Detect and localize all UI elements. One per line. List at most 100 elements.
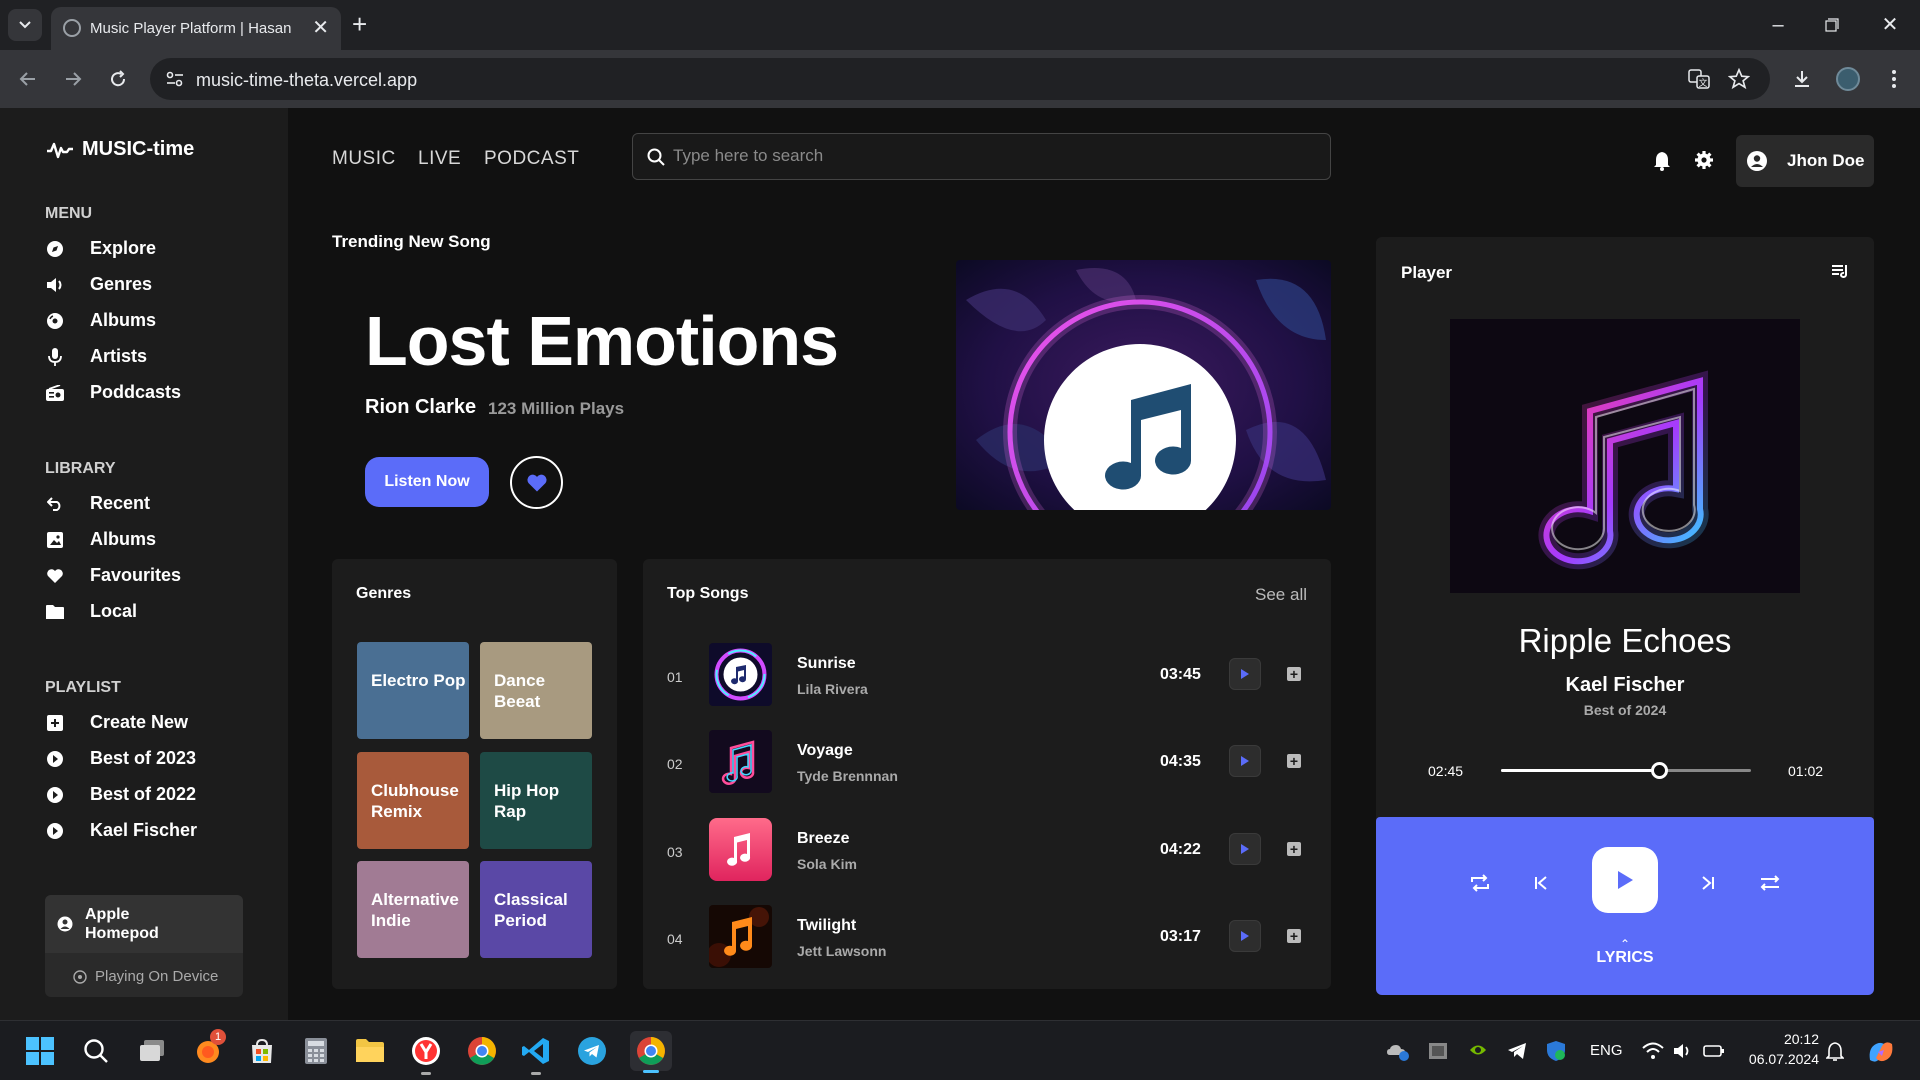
volume-icon[interactable] <box>1673 1042 1693 1060</box>
copilot-icon[interactable] <box>1866 1038 1896 1066</box>
favorite-button[interactable] <box>510 456 563 509</box>
taskbar-app-store[interactable] <box>244 1033 280 1069</box>
next-button[interactable] <box>1694 869 1722 897</box>
sidebar-item-favourites[interactable]: Favourites <box>45 565 181 586</box>
forward-button[interactable] <box>59 65 87 93</box>
telegram-tray-icon[interactable] <box>1507 1042 1527 1060</box>
song-play-button[interactable] <box>1229 745 1261 777</box>
add-to-playlist-icon[interactable]: + <box>1287 754 1301 768</box>
close-window-button[interactable]: ✕ <box>1878 10 1902 40</box>
address-bar[interactable]: music-time-theta.vercel.app 文 <box>150 58 1770 100</box>
sidebar-item-genres[interactable]: Genres <box>45 274 152 295</box>
restore-button[interactable] <box>1820 10 1844 40</box>
taskbar-app-explorer[interactable] <box>352 1033 388 1069</box>
repeat-button[interactable] <box>1466 869 1494 897</box>
tray-app-icon[interactable] <box>1428 1041 1448 1061</box>
taskbar-app-widgets[interactable]: 1 <box>190 1029 226 1069</box>
genre-alternative-indie[interactable]: Alternative Indie <box>357 861 469 958</box>
add-to-playlist-icon[interactable]: + <box>1287 929 1301 943</box>
nav-podcast[interactable]: PODCAST <box>484 148 579 170</box>
song-row[interactable]: 04 Twilight Jett Lawsonn 03:17 + <box>667 905 1307 969</box>
device-card[interactable]: Apple Homepod Playing On Device <box>45 895 243 997</box>
reload-button[interactable] <box>104 65 132 93</box>
genre-classical-period[interactable]: Classical Period <box>480 861 592 958</box>
nvidia-icon[interactable] <box>1468 1041 1488 1059</box>
clock-time[interactable]: 20:12 <box>1779 1031 1819 1047</box>
nav-live[interactable]: LIVE <box>418 148 461 170</box>
listen-now-button[interactable]: Listen Now <box>365 457 489 507</box>
song-play-button[interactable] <box>1229 920 1261 952</box>
add-to-playlist-icon[interactable]: + <box>1287 842 1301 856</box>
genre-dance-beeat[interactable]: Dance Beeat <box>480 642 592 739</box>
shuffle-button[interactable] <box>1756 869 1784 897</box>
play-icon <box>1241 844 1249 854</box>
sidebar-item-local[interactable]: Local <box>45 601 137 622</box>
tab-search-button[interactable] <box>8 9 42 41</box>
taskbar-app-yandex[interactable] <box>408 1033 444 1075</box>
start-button[interactable] <box>22 1033 58 1069</box>
progress-slider[interactable] <box>1501 762 1751 779</box>
browser-menu-button[interactable] <box>1880 65 1908 93</box>
song-play-button[interactable] <box>1229 833 1261 865</box>
sidebar-item-library-albums[interactable]: Albums <box>45 529 156 550</box>
wifi-icon[interactable] <box>1642 1042 1664 1060</box>
gear-icon[interactable] <box>1694 150 1714 170</box>
bell-icon[interactable] <box>1653 151 1671 171</box>
taskbar-app-chrome-active[interactable] <box>630 1031 672 1073</box>
song-row[interactable]: 02 Voyage Tyde Brennnan 04:35 + <box>667 730 1307 794</box>
song-play-button[interactable] <box>1229 658 1261 690</box>
song-title: Twilight <box>797 917 857 934</box>
language-indicator[interactable]: ENG <box>1590 1042 1623 1059</box>
profile-button[interactable] <box>1834 65 1862 93</box>
progress-fill <box>1501 769 1659 772</box>
taskbar-search-button[interactable] <box>78 1033 114 1069</box>
sidebar-item-explore[interactable]: Explore <box>45 238 156 259</box>
battery-icon[interactable] <box>1703 1043 1725 1059</box>
new-tab-button[interactable]: + <box>352 10 367 38</box>
genre-electro-pop[interactable]: Electro Pop <box>357 642 469 739</box>
queue-icon[interactable] <box>1831 264 1849 280</box>
song-row[interactable]: 03 Breeze Sola Kim 04:22 + <box>667 818 1307 882</box>
back-button[interactable] <box>14 65 42 93</box>
security-shield-icon[interactable] <box>1546 1040 1566 1062</box>
close-tab-icon[interactable]: ✕ <box>312 18 329 38</box>
task-view-button[interactable] <box>134 1033 170 1069</box>
sidebar-item-recent[interactable]: Recent <box>45 493 150 514</box>
sidebar-item-artists[interactable]: Artists <box>45 346 147 367</box>
see-all-link[interactable]: See all <box>1255 585 1307 605</box>
sidebar: MUSIC-time MENU Explore Genres Albums Ar… <box>0 108 288 1020</box>
taskbar-app-chrome[interactable] <box>464 1033 500 1069</box>
app-logo[interactable]: MUSIC-time <box>46 138 194 161</box>
nav-music[interactable]: MUSIC <box>332 148 396 170</box>
lyrics-toggle[interactable]: LYRICS <box>1376 949 1874 967</box>
taskbar-app-telegram[interactable] <box>574 1033 610 1069</box>
user-menu-button[interactable]: Jhon Doe <box>1736 135 1874 187</box>
sidebar-item-best-of-2022[interactable]: Best of 2022 <box>45 784 196 805</box>
sidebar-item-label: Favourites <box>90 565 182 585</box>
taskbar-app-calculator[interactable] <box>298 1033 334 1069</box>
search-input[interactable] <box>673 146 1273 166</box>
browser-tab[interactable]: Music Player Platform | Hasan ✕ <box>51 7 341 50</box>
song-row[interactable]: 01 Sunrise Lila Rivera 03:45 + <box>667 643 1307 707</box>
sidebar-item-kael-fischer[interactable]: Kael Fischer <box>45 820 197 841</box>
minimize-button[interactable]: – <box>1766 10 1790 40</box>
sidebar-item-poddcasts[interactable]: Poddcasts <box>45 382 181 403</box>
taskbar-app-vscode[interactable] <box>518 1033 554 1075</box>
download-button[interactable] <box>1788 65 1816 93</box>
hero-artist[interactable]: Rion Clarke <box>365 396 476 419</box>
add-to-playlist-icon[interactable]: + <box>1287 667 1301 681</box>
previous-button[interactable] <box>1527 869 1555 897</box>
song-artist: Tyde Brennnan <box>797 768 898 784</box>
genre-clubhouse-remix[interactable]: Clubhouse Remix <box>357 752 469 849</box>
sidebar-item-create-new[interactable]: Create New <box>45 712 188 733</box>
search-bar[interactable] <box>632 133 1331 180</box>
clock-date[interactable]: 06.07.2024 <box>1742 1051 1819 1067</box>
sidebar-item-label: Create New <box>90 712 189 732</box>
play-pause-button[interactable] <box>1592 847 1658 913</box>
sidebar-item-best-of-2023[interactable]: Best of 2023 <box>45 748 196 769</box>
progress-knob[interactable] <box>1650 762 1668 779</box>
sidebar-item-albums[interactable]: Albums <box>45 310 156 331</box>
notification-bell-icon[interactable] <box>1826 1042 1844 1062</box>
onedrive-icon[interactable] <box>1386 1040 1410 1062</box>
genre-hip-hop-rap[interactable]: Hip Hop Rap <box>480 752 592 849</box>
